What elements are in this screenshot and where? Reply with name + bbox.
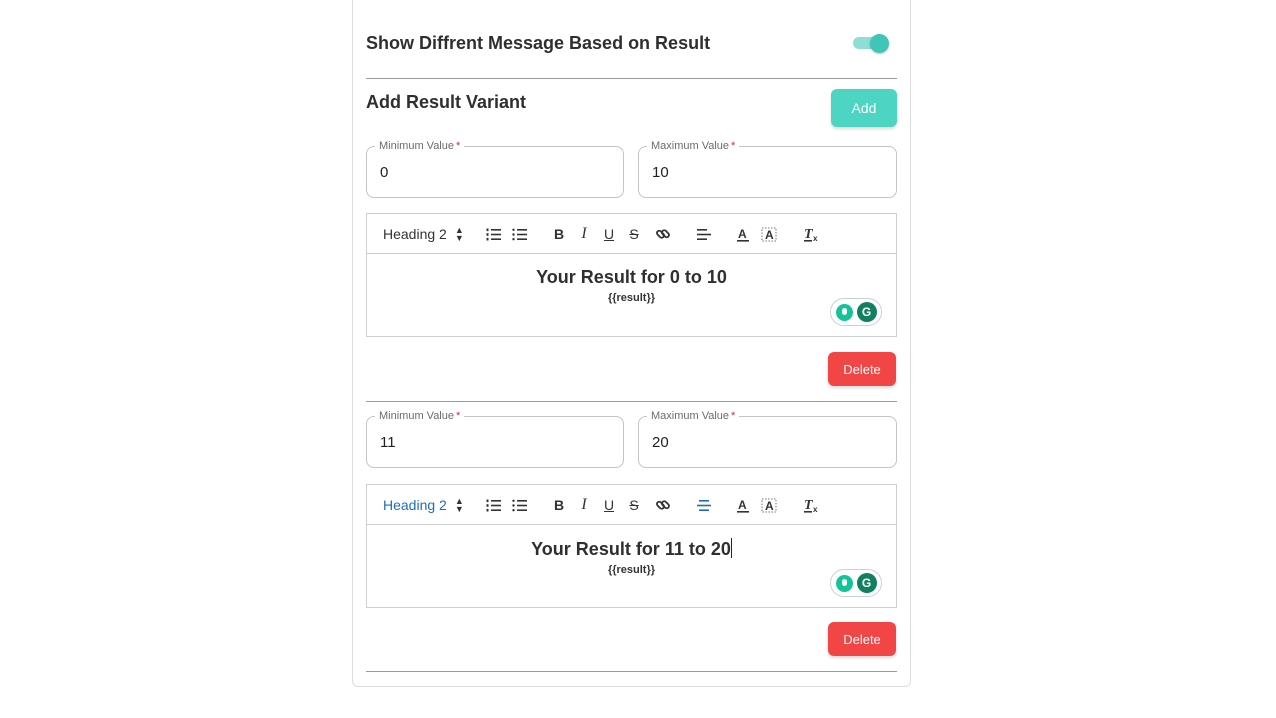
grammarly-widget[interactable]: G (830, 298, 882, 326)
editor-content[interactable]: Your Result for 0 to 10 {{result}} G (367, 254, 896, 338)
toggle-label: Show Diffrent Message Based on Result (366, 32, 711, 53)
editor-toolbar: Heading 2 ▲ ▼ B I U S A A Tx (367, 485, 896, 525)
max-value-label: Maximum Value * (647, 139, 740, 153)
toggle-thumb (870, 34, 889, 53)
ordered-list-icon[interactable] (483, 214, 503, 254)
delete-variant-button[interactable]: Delete (828, 622, 896, 656)
result-placeholder: {{result}} (607, 564, 656, 576)
italic-icon[interactable]: I (576, 485, 592, 525)
select-arrows-icon: ▲ ▼ (454, 225, 464, 243)
bullet-list-icon[interactable] (509, 214, 529, 254)
divider (366, 78, 897, 79)
background-color-icon[interactable]: A (759, 214, 779, 254)
min-value-field[interactable]: Minimum Value * 0 (366, 139, 624, 198)
text-cursor (730, 538, 732, 558)
ordered-list-icon[interactable] (483, 485, 503, 525)
heading-select[interactable]: Heading 2 ▲ ▼ (383, 214, 464, 254)
rich-text-editor[interactable]: Heading 2 ▲ ▼ B I U S A A Tx Your Result … (366, 484, 897, 608)
toggle-row: Show Diffrent Message Based on Result (366, 30, 897, 56)
clear-format-icon[interactable]: Tx (801, 485, 821, 525)
underline-icon[interactable]: U (601, 485, 617, 525)
delete-variant-button[interactable]: Delete (828, 352, 896, 386)
link-icon[interactable] (653, 214, 673, 254)
clear-format-icon[interactable]: Tx (801, 214, 821, 254)
editor-content[interactable]: Your Result for 11 to 20 {{result}} G (367, 525, 896, 609)
max-value-input[interactable]: 20 (652, 434, 669, 451)
result-heading: Your Result for 11 to 20 (531, 538, 732, 559)
svg-text:x: x (813, 234, 818, 242)
variants-header: Add Result Variant Add (366, 89, 897, 127)
divider (366, 671, 897, 672)
result-message-toggle[interactable] (853, 33, 889, 53)
heading-select[interactable]: Heading 2 ▲ ▼ (383, 485, 464, 525)
svg-text:A: A (765, 499, 774, 513)
strikethrough-icon[interactable]: S (626, 485, 642, 525)
bullet-list-icon[interactable] (509, 485, 529, 525)
text-color-icon[interactable]: A (733, 485, 753, 525)
result-placeholder: {{result}} (607, 292, 656, 304)
svg-text:A: A (765, 228, 774, 242)
rich-text-editor[interactable]: Heading 2 ▲ ▼ B I U S A A Tx Your Result … (366, 213, 897, 337)
strikethrough-icon[interactable]: S (626, 214, 642, 254)
link-icon[interactable] (653, 485, 673, 525)
min-value-label: Minimum Value * (375, 139, 465, 153)
grammarly-widget[interactable]: G (830, 569, 882, 597)
grammarly-logo-icon: G (856, 573, 877, 593)
min-value-field[interactable]: Minimum Value * 11 (366, 409, 624, 468)
bold-icon[interactable]: B (551, 485, 567, 525)
align-center-icon[interactable] (694, 485, 714, 525)
result-heading: Your Result for 0 to 10 (536, 267, 727, 287)
min-value-input[interactable]: 11 (380, 434, 396, 451)
grammarly-logo-icon: G (856, 302, 877, 322)
min-value-label: Minimum Value * (375, 409, 465, 423)
max-value-field[interactable]: Maximum Value * 20 (638, 409, 897, 468)
svg-text:A: A (738, 498, 747, 512)
underline-icon[interactable]: U (601, 214, 617, 254)
bold-icon[interactable]: B (551, 214, 567, 254)
background-color-icon[interactable]: A (759, 485, 779, 525)
align-left-icon[interactable] (694, 214, 714, 254)
svg-text:x: x (813, 505, 818, 513)
italic-icon[interactable]: I (576, 214, 592, 254)
divider (366, 401, 897, 402)
max-value-field[interactable]: Maximum Value * 10 (638, 139, 897, 198)
grammarly-bulb-icon (835, 574, 853, 592)
select-arrows-icon: ▲ ▼ (454, 496, 464, 514)
add-variant-button[interactable]: Add (831, 89, 897, 127)
editor-toolbar: Heading 2 ▲ ▼ B I U S A A Tx (367, 214, 896, 254)
grammarly-bulb-icon (835, 303, 853, 321)
min-value-input[interactable]: 0 (380, 164, 388, 181)
max-value-label: Maximum Value * (647, 409, 740, 423)
max-value-input[interactable]: 10 (652, 164, 669, 181)
variants-title: Add Result Variant (366, 91, 527, 112)
svg-text:A: A (738, 227, 747, 241)
text-color-icon[interactable]: A (733, 214, 753, 254)
